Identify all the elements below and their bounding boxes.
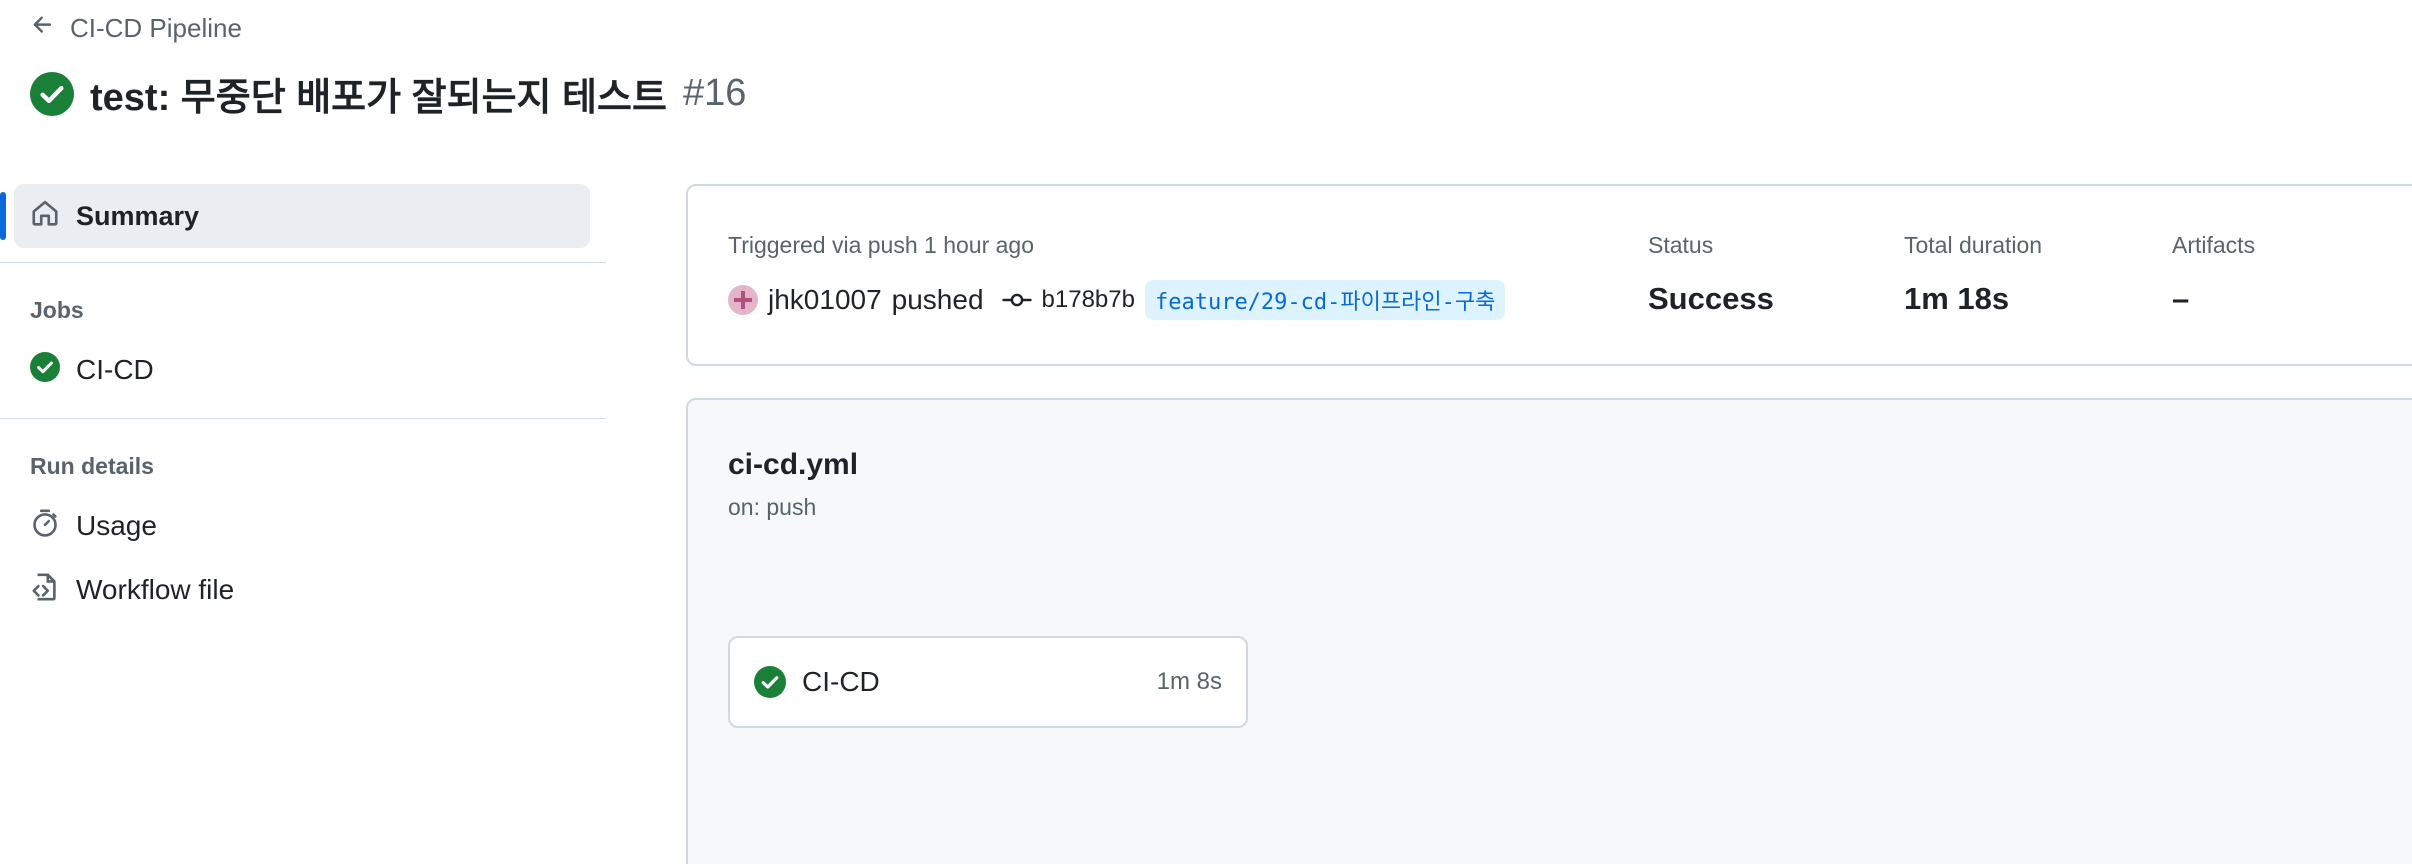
duration-stat: Total duration 1m 18s <box>1904 232 2042 317</box>
actor-username[interactable]: jhk01007 <box>768 284 882 316</box>
artifacts-value: – <box>2172 281 2190 316</box>
push-action: pushed <box>891 284 984 315</box>
sidebar-item-summary[interactable]: Summary <box>0 184 590 248</box>
stopwatch-icon <box>30 508 60 545</box>
branch-label[interactable]: feature/29-cd-파이프라인-구축 <box>1144 280 1506 320</box>
workflow-graph-panel: ci-cd.yml on: push CI-CD 1m 8s <box>686 398 2412 864</box>
status-stat: Status Success <box>1648 232 1774 317</box>
sidebar-summary-label: Summary <box>76 200 200 231</box>
home-icon <box>30 198 60 235</box>
artifacts-stat: Artifacts – <box>2172 232 2255 317</box>
job-card-ci-cd[interactable]: CI-CD 1m 8s <box>728 636 1248 728</box>
divider <box>0 418 606 419</box>
sidebar-item-usage[interactable]: Usage <box>0 506 606 546</box>
duration-label: Total duration <box>1904 232 2043 258</box>
divider <box>0 262 606 263</box>
status-label: Status <box>1648 232 1714 258</box>
status-value: Success <box>1648 281 1774 316</box>
sidebar: Summary Jobs CI-CD Run details Usage Wor… <box>0 184 606 610</box>
check-circle-success-icon <box>30 351 60 389</box>
check-circle-success-icon <box>30 71 74 116</box>
page-title: test: 무중단 배포가 잘되는지 테스트 #16 <box>30 66 746 121</box>
workflow-run-page: CI-CD Pipeline test: 무중단 배포가 잘되는지 테스트 #1… <box>0 0 2412 864</box>
commit-sha-link[interactable]: b178b7b <box>1042 286 1135 314</box>
job-name: CI-CD <box>802 666 880 697</box>
jobs-section-title: Jobs <box>30 297 84 323</box>
workflow-file-name: ci-cd.yml <box>728 448 859 481</box>
sidebar-item-workflow-file[interactable]: Workflow file <box>0 570 606 610</box>
run-details-section-title: Run details <box>30 453 154 479</box>
push-info: jhk01007 pushed b178b7b feature/29-cd-파이… <box>728 280 1506 320</box>
back-link-label: CI-CD Pipeline <box>70 13 242 43</box>
arrow-left-icon <box>30 12 56 45</box>
sidebar-workflow-file-label: Workflow file <box>76 574 235 605</box>
back-to-workflow-link[interactable]: CI-CD Pipeline <box>30 12 242 45</box>
artifacts-label: Artifacts <box>2172 232 2256 258</box>
workflow-trigger: on: push <box>728 494 817 520</box>
file-code-icon <box>30 572 60 609</box>
avatar[interactable] <box>728 285 758 315</box>
check-circle-success-icon <box>754 666 786 698</box>
git-commit-icon <box>994 288 1032 312</box>
job-duration: 1m 8s <box>1156 668 1222 695</box>
duration-value: 1m 18s <box>1904 281 2010 316</box>
trigger-text: Triggered via push 1 hour ago <box>728 232 1035 258</box>
sidebar-item-job-ci-cd[interactable]: CI-CD <box>0 350 606 390</box>
run-number: #16 <box>682 72 747 114</box>
sidebar-usage-label: Usage <box>76 510 157 541</box>
sidebar-job-label: CI-CD <box>76 354 154 385</box>
run-summary-card: Triggered via push 1 hour ago jhk01007 p… <box>686 184 2412 366</box>
run-title-text: test: 무중단 배포가 잘되는지 테스트 <box>90 77 667 119</box>
